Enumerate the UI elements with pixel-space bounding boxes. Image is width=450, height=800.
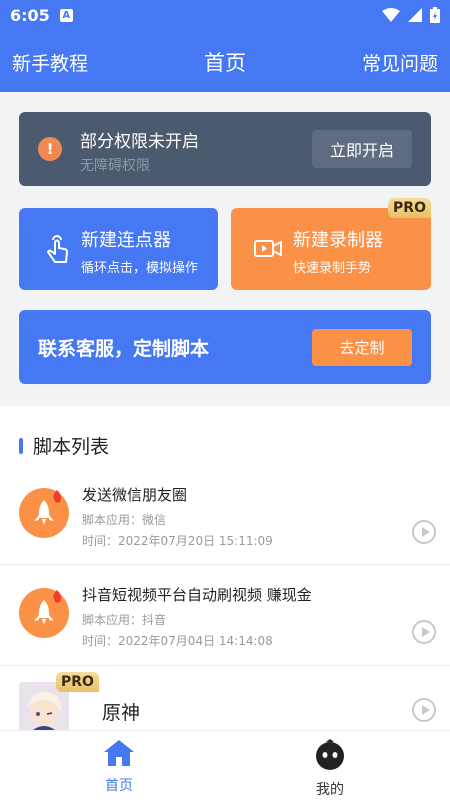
signal-icon (408, 8, 422, 22)
section-title: 脚本列表 (33, 436, 110, 458)
status-time: 6:05 (10, 5, 50, 25)
top-nav: 新手教程 首页 常见问题 (0, 30, 450, 92)
permission-banner: ! 部分权限未开启 无障碍权限 立即开启 (19, 112, 431, 186)
play-icon[interactable] (412, 520, 436, 544)
card-title: 新建连点器 (81, 230, 171, 251)
script-app: 脚本应用：抖音 (82, 613, 167, 627)
new-recorder-card[interactable]: 新建录制器 快速录制手势 PRO (231, 198, 431, 290)
script-name: 抖音短视频平台自动刷视频 赚现金 (82, 586, 312, 604)
pro-badge: PRO (56, 672, 99, 692)
app-notification-icon: A (59, 8, 73, 22)
section-header: 脚本列表 (19, 432, 109, 459)
play-icon[interactable] (412, 620, 436, 644)
custom-script-banner[interactable]: 联系客服，定制脚本 去定制 (19, 310, 431, 384)
divider (0, 564, 450, 565)
wifi-icon (382, 8, 400, 22)
video-record-icon (254, 240, 282, 257)
rocket-icon (19, 588, 69, 638)
enable-now-button[interactable]: 立即开启 (312, 130, 412, 168)
permission-subtitle: 无障碍权限 (80, 158, 150, 174)
tab-home[interactable]: 首页 (79, 739, 159, 795)
list-item[interactable]: PRO 原神 (0, 672, 450, 730)
card-subtitle: 循环点击，模拟操作 (81, 261, 199, 276)
card-title: 新建录制器 (293, 230, 383, 251)
list-item[interactable]: 发送微信朋友圈 脚本应用：微信 时间：2022年07月20日 15:11:09 (0, 478, 450, 566)
warning-icon: ! (38, 137, 62, 161)
rocket-icon (19, 488, 69, 538)
status-bar: 6:05 A (0, 0, 450, 30)
permission-title: 部分权限未开启 (80, 132, 199, 152)
section-accent (19, 437, 23, 454)
home-icon (104, 740, 134, 766)
customize-button[interactable]: 去定制 (312, 329, 412, 366)
new-clicker-card[interactable]: 新建连点器 循环点击，模拟操作 (19, 208, 218, 290)
profile-icon (316, 739, 344, 770)
tap-finger-icon (47, 235, 68, 263)
divider (0, 665, 450, 666)
service-title: 联系客服，定制脚本 (38, 338, 210, 360)
pro-badge: PRO (388, 198, 431, 218)
script-app: 脚本应用：微信 (82, 513, 167, 527)
play-icon[interactable] (412, 698, 436, 722)
script-list: 脚本列表 发送微信朋友圈 脚本应用：微信 时间：2022年07月20日 15:1… (0, 406, 450, 730)
tab-mine[interactable]: 我的 (290, 739, 370, 799)
script-name: 发送微信朋友圈 (82, 486, 188, 504)
bottom-tab-bar: 首页 我的 (0, 730, 450, 800)
script-time: 时间：2022年07月04日 14:14:08 (82, 634, 273, 648)
tab-label: 我的 (316, 782, 344, 798)
faq-link[interactable]: 常见问题 (362, 49, 438, 76)
battery-icon (430, 7, 440, 23)
script-name: 原神 (102, 702, 141, 724)
card-subtitle: 快速录制手势 (293, 261, 372, 276)
tab-label: 首页 (105, 778, 133, 794)
list-item[interactable]: 抖音短视频平台自动刷视频 赚现金 脚本应用：抖音 时间：2022年07月04日 … (0, 578, 450, 666)
script-time: 时间：2022年07月20日 15:11:09 (82, 534, 273, 548)
